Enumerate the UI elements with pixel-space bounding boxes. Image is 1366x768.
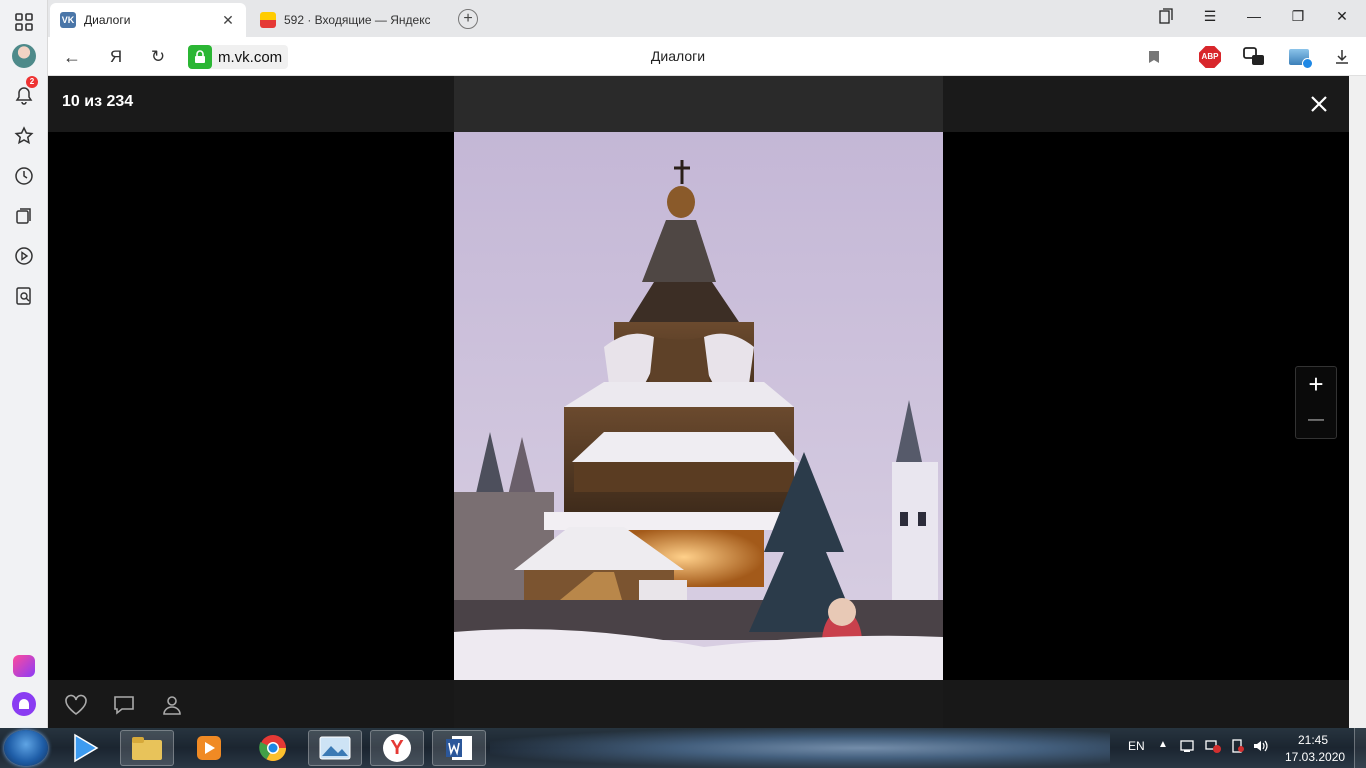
media-play-icon[interactable]: [10, 242, 38, 270]
zoom-controls: + —: [1295, 366, 1337, 439]
tableau-grid-icon[interactable]: [10, 8, 38, 36]
tag-person-icon[interactable]: [160, 694, 184, 716]
word-app-icon[interactable]: [432, 730, 486, 766]
user-avatar[interactable]: [10, 42, 38, 70]
notifications-bell-icon[interactable]: 2: [10, 76, 38, 110]
screenshot-extension-icon[interactable]: [1286, 44, 1313, 70]
minimize-window-button[interactable]: —: [1242, 8, 1266, 28]
adblock-extension-icon[interactable]: ABP: [1197, 44, 1223, 70]
tab-close-icon[interactable]: ✕: [220, 12, 236, 28]
bookmark-flag-icon[interactable]: [1141, 44, 1167, 70]
new-tab-button[interactable]: +: [458, 9, 478, 29]
bookmarks-star-icon[interactable]: [10, 122, 38, 150]
tab-yandex-mail[interactable]: 592 · Входящие — Яндекс: [250, 3, 440, 37]
tab-label: 592 · Входящие — Яндекс: [284, 13, 430, 27]
power-warning-icon[interactable]: [1230, 739, 1244, 756]
yandex-mail-icon: [260, 12, 276, 28]
windows-taskbar: Y EN ▲ 21:45 17.03.2020: [0, 728, 1366, 768]
browser-menu-icon[interactable]: ☰: [1198, 8, 1222, 28]
zoom-out-button[interactable]: —: [1296, 403, 1336, 439]
volume-speaker-icon[interactable]: [1253, 739, 1269, 756]
history-clock-icon[interactable]: [10, 162, 38, 190]
video-player-app-icon[interactable]: [182, 730, 236, 766]
close-window-button[interactable]: ✕: [1330, 8, 1354, 28]
photo-viewer-app-icon[interactable]: [308, 730, 362, 766]
clock-time[interactable]: 21:45: [1298, 733, 1328, 747]
action-center-icon[interactable]: [1180, 739, 1194, 756]
browser-sidepanel: 2: [0, 0, 48, 728]
address-bar-row: ← Я ↻ m.vk.com Диалоги ABP: [48, 37, 1366, 76]
photo-counter: 10 из 234: [62, 93, 134, 110]
clock-date[interactable]: 17.03.2020: [1285, 750, 1345, 764]
chrome-app-icon[interactable]: [246, 730, 300, 766]
show-desktop-button[interactable]: [1354, 728, 1366, 768]
photo-church[interactable]: [454, 132, 943, 680]
desktop-wallpaper-strip: [490, 728, 1110, 768]
vk-icon: VK: [60, 12, 76, 28]
comment-bubble-icon[interactable]: [112, 694, 136, 716]
close-viewer-icon[interactable]: [1307, 92, 1331, 116]
downloads-search-icon[interactable]: [10, 282, 38, 310]
tab-dialogs[interactable]: VK Диалоги ✕: [50, 3, 246, 37]
media-player-app-icon[interactable]: [58, 730, 112, 766]
tab-label: Диалоги: [84, 13, 131, 27]
tray-expand-icon[interactable]: ▲: [1158, 739, 1168, 750]
viewer-footer: [48, 680, 1349, 728]
tab-strip: VK Диалоги ✕ 592 · Входящие — Яндекс + ☰…: [48, 0, 1366, 37]
alice-messenger-icon[interactable]: [10, 652, 38, 680]
translate-extension-icon[interactable]: [1241, 44, 1267, 70]
language-indicator[interactable]: EN: [1128, 739, 1145, 753]
alice-assistant-icon[interactable]: [10, 690, 38, 718]
downloads-icon[interactable]: [1329, 44, 1355, 70]
photo-viewer: 10 из 234 + —: [48, 76, 1349, 728]
network-error-icon[interactable]: [1205, 739, 1221, 756]
collections-icon[interactable]: [10, 202, 38, 230]
zoom-in-button[interactable]: +: [1296, 367, 1336, 403]
notifications-badge: 2: [26, 76, 38, 88]
tabs-menu-icon[interactable]: [1154, 8, 1178, 28]
yandex-browser-app-icon[interactable]: Y: [370, 730, 424, 766]
start-button[interactable]: [4, 730, 48, 766]
page-title: Диалоги: [650, 48, 706, 64]
page-scrollbar[interactable]: [1349, 76, 1366, 728]
explorer-folder-app-icon[interactable]: [120, 730, 174, 766]
restore-window-button[interactable]: ❐: [1286, 8, 1310, 28]
like-heart-icon[interactable]: [64, 694, 88, 716]
